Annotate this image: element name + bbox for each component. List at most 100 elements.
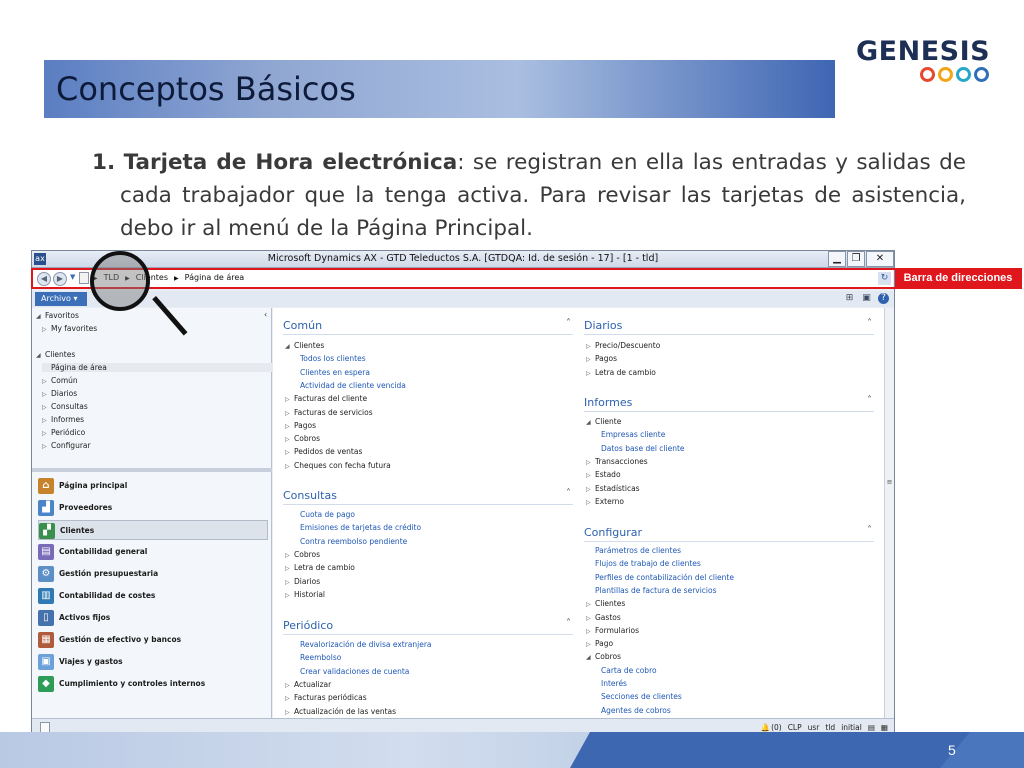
- link-perfiles-de-contabilizacion-del-cliente[interactable]: Perfiles de contabilización del cliente: [595, 573, 734, 582]
- item-label: Agentes de cobros: [601, 705, 671, 715]
- lock-icon[interactable]: ▤: [868, 723, 875, 732]
- help-icon[interactable]: ?: [878, 293, 889, 304]
- pane-splitter[interactable]: [32, 468, 272, 472]
- nav-tree-item-pagina-de-area[interactable]: Página de área: [42, 363, 278, 372]
- user-status[interactable]: usr: [808, 723, 820, 732]
- link-carta-de-cobro[interactable]: Carta de cobro: [601, 666, 657, 675]
- module-cumplimiento-y-controles-internos[interactable]: ◆ Cumplimiento y controles internos: [38, 674, 268, 694]
- group-letra-de-cambio[interactable]: ▷ Letra de cambio: [586, 368, 656, 377]
- group-cobros[interactable]: ▷ Cobros: [285, 434, 320, 443]
- layout-icon[interactable]: ⊞: [844, 293, 855, 304]
- group-actualizar[interactable]: ▷ Actualizar: [285, 680, 331, 689]
- nav-tree-item-consultas[interactable]: ▷ Consultas: [42, 402, 88, 411]
- group-clientes[interactable]: ◢ Clientes: [285, 341, 324, 350]
- group-diarios[interactable]: ▷ Diarios: [285, 577, 320, 586]
- restore-button[interactable]: ❐: [847, 251, 865, 267]
- link-datos-base-del-cliente[interactable]: Datos base del cliente: [601, 444, 685, 453]
- link-todos-los-clientes[interactable]: Todos los clientes: [300, 354, 366, 363]
- module-pagina-principal[interactable]: ⌂ Página principal: [38, 476, 268, 496]
- section-header-informes[interactable]: Informes ˄: [584, 395, 874, 412]
- group-transacciones[interactable]: ▷ Transacciones: [586, 457, 648, 466]
- group-pago[interactable]: ▷ Pago: [586, 639, 613, 648]
- module-proveedores[interactable]: ▟ Proveedores: [38, 498, 268, 518]
- close-button[interactable]: ✕: [866, 251, 894, 267]
- link-reembolso[interactable]: Reembolso: [300, 653, 341, 662]
- group-facturas-de-servicios[interactable]: ▷ Facturas de servicios: [285, 408, 373, 417]
- module-gestion-presupuestaria[interactable]: ⚙ Gestión presupuestaria: [38, 564, 268, 584]
- vertical-scrollbar[interactable]: ≡: [884, 308, 894, 718]
- section-header-periodico[interactable]: Periódico ˄: [283, 618, 573, 635]
- link-parametros-de-clientes[interactable]: Parámetros de clientes: [595, 546, 681, 555]
- collapse-caret-icon[interactable]: ˄: [867, 395, 872, 406]
- section-header-comun[interactable]: Común ˄: [283, 318, 573, 335]
- link-actividad-de-cliente-vencida[interactable]: Actividad de cliente vencida: [300, 381, 406, 390]
- collapse-caret-icon[interactable]: ˄: [566, 618, 571, 629]
- nav-tree-item-favoritos[interactable]: ◢ Favoritos: [36, 311, 79, 320]
- layer-status[interactable]: initial: [841, 723, 862, 732]
- link-emisiones-de-tarjetas-de-credito[interactable]: Emisiones de tarjetas de crédito: [300, 523, 421, 532]
- collapse-nav-icon[interactable]: ‹: [264, 310, 267, 319]
- collapse-caret-icon[interactable]: ˄: [867, 525, 872, 536]
- group-actualizacion-de-las-ventas[interactable]: ▷ Actualización de las ventas: [285, 707, 396, 716]
- group-cheques-con-fecha-futura[interactable]: ▷ Cheques con fecha futura: [285, 461, 391, 470]
- link-flujos-de-trabajo-de-clientes[interactable]: Flujos de trabajo de clientes: [595, 559, 701, 568]
- alerts-icon[interactable]: 🔔: [761, 723, 770, 732]
- group-letra-de-cambio[interactable]: ▷ Letra de cambio: [285, 563, 355, 572]
- group-historial[interactable]: ▷ Historial: [285, 590, 325, 599]
- collapse-caret-icon[interactable]: ˄: [566, 488, 571, 499]
- archivo-menu-button[interactable]: Archivo ▾: [35, 292, 87, 306]
- minimize-button[interactable]: ▁: [828, 251, 846, 267]
- group-pagos[interactable]: ▷ Pagos: [285, 421, 316, 430]
- module-activos-fijos[interactable]: ▯ Activos fijos: [38, 608, 268, 628]
- group-facturas-del-cliente[interactable]: ▷ Facturas del cliente: [285, 394, 367, 403]
- currency-status[interactable]: CLP: [788, 723, 802, 732]
- link-cuota-de-pago[interactable]: Cuota de pago: [300, 510, 355, 519]
- group-gastos[interactable]: ▷ Gastos: [586, 613, 621, 622]
- section-header-configurar[interactable]: Configurar ˄: [584, 525, 874, 542]
- item-label: Parámetros de clientes: [595, 546, 682, 555]
- nav-tree-item-diarios[interactable]: ▷ Diarios: [42, 389, 77, 398]
- company-status[interactable]: tld: [825, 723, 835, 732]
- link-contra-reembolso-pendiente[interactable]: Contra reembolso pendiente: [300, 537, 407, 546]
- group-pedidos-de-ventas[interactable]: ▷ Pedidos de ventas: [285, 447, 362, 456]
- section-header-consultas[interactable]: Consultas ˄: [283, 488, 573, 505]
- nav-tree-item-my-favorites[interactable]: ▷ My favorites: [42, 324, 97, 333]
- link-interes[interactable]: Interés: [601, 679, 627, 688]
- nav-tree-item-periodico[interactable]: ▷ Periódico: [42, 428, 85, 437]
- nav-tree-item-informes[interactable]: ▷ Informes: [42, 415, 84, 424]
- module-contabilidad-de-costes[interactable]: ▥ Contabilidad de costes: [38, 586, 268, 606]
- link-revalorizacion-de-divisa-extranjera[interactable]: Revalorización de divisa extranjera: [300, 640, 432, 649]
- group-pagos[interactable]: ▷ Pagos: [586, 354, 617, 363]
- pane-icon[interactable]: ▣: [861, 293, 872, 304]
- alerts-count[interactable]: (0): [771, 723, 782, 732]
- group-precio-descuento[interactable]: ▷ Precio/Descuento: [586, 341, 660, 350]
- group-estado[interactable]: ▷ Estado: [586, 470, 621, 479]
- section-header-diarios[interactable]: Diarios ˄: [584, 318, 874, 335]
- group-cobros[interactable]: ◢ Cobros: [586, 652, 621, 661]
- group-clientes[interactable]: ▷ Clientes: [586, 599, 625, 608]
- group-externo[interactable]: ▷ Externo: [586, 497, 624, 506]
- link-agentes-de-cobros[interactable]: Agentes de cobros: [601, 706, 671, 715]
- nav-tree-item-clientes[interactable]: ◢ Clientes: [36, 350, 75, 359]
- module-contabilidad-general[interactable]: ▤ Contabilidad general: [38, 542, 268, 562]
- link-secciones-de-clientes[interactable]: Secciones de clientes: [601, 692, 682, 701]
- link-empresas-cliente[interactable]: Empresas cliente: [601, 430, 665, 439]
- print-icon[interactable]: ▦: [881, 723, 888, 732]
- group-cobros[interactable]: ▷ Cobros: [285, 550, 320, 559]
- module-viajes-y-gastos[interactable]: ▣ Viajes y gastos: [38, 652, 268, 672]
- module-clientes[interactable]: ▞ Clientes: [38, 520, 268, 540]
- group-facturas-periodicas[interactable]: ▷ Facturas periódicas: [285, 693, 367, 702]
- collapse-caret-icon[interactable]: ˄: [867, 318, 872, 329]
- nav-tree-item-configurar[interactable]: ▷ Configurar: [42, 441, 91, 450]
- module-gestion-de-efectivo-y-bancos[interactable]: ▦ Gestión de efectivo y bancos: [38, 630, 268, 650]
- nav-tree-item-comun[interactable]: ▷ Común: [42, 376, 78, 385]
- link-plantillas-de-factura-de-servicios[interactable]: Plantillas de factura de servicios: [595, 586, 717, 595]
- link-crear-validaciones-de-cuenta[interactable]: Crear validaciones de cuenta: [300, 667, 409, 676]
- group-formularios[interactable]: ▷ Formularios: [586, 626, 639, 635]
- item-label: Pago: [595, 639, 614, 649]
- group-cliente[interactable]: ◢ Cliente: [586, 417, 621, 426]
- section-title: Diarios: [584, 319, 623, 332]
- collapse-caret-icon[interactable]: ˄: [566, 318, 571, 329]
- link-clientes-en-espera[interactable]: Clientes en espera: [300, 368, 370, 377]
- group-estadisticas[interactable]: ▷ Estadísticas: [586, 484, 640, 493]
